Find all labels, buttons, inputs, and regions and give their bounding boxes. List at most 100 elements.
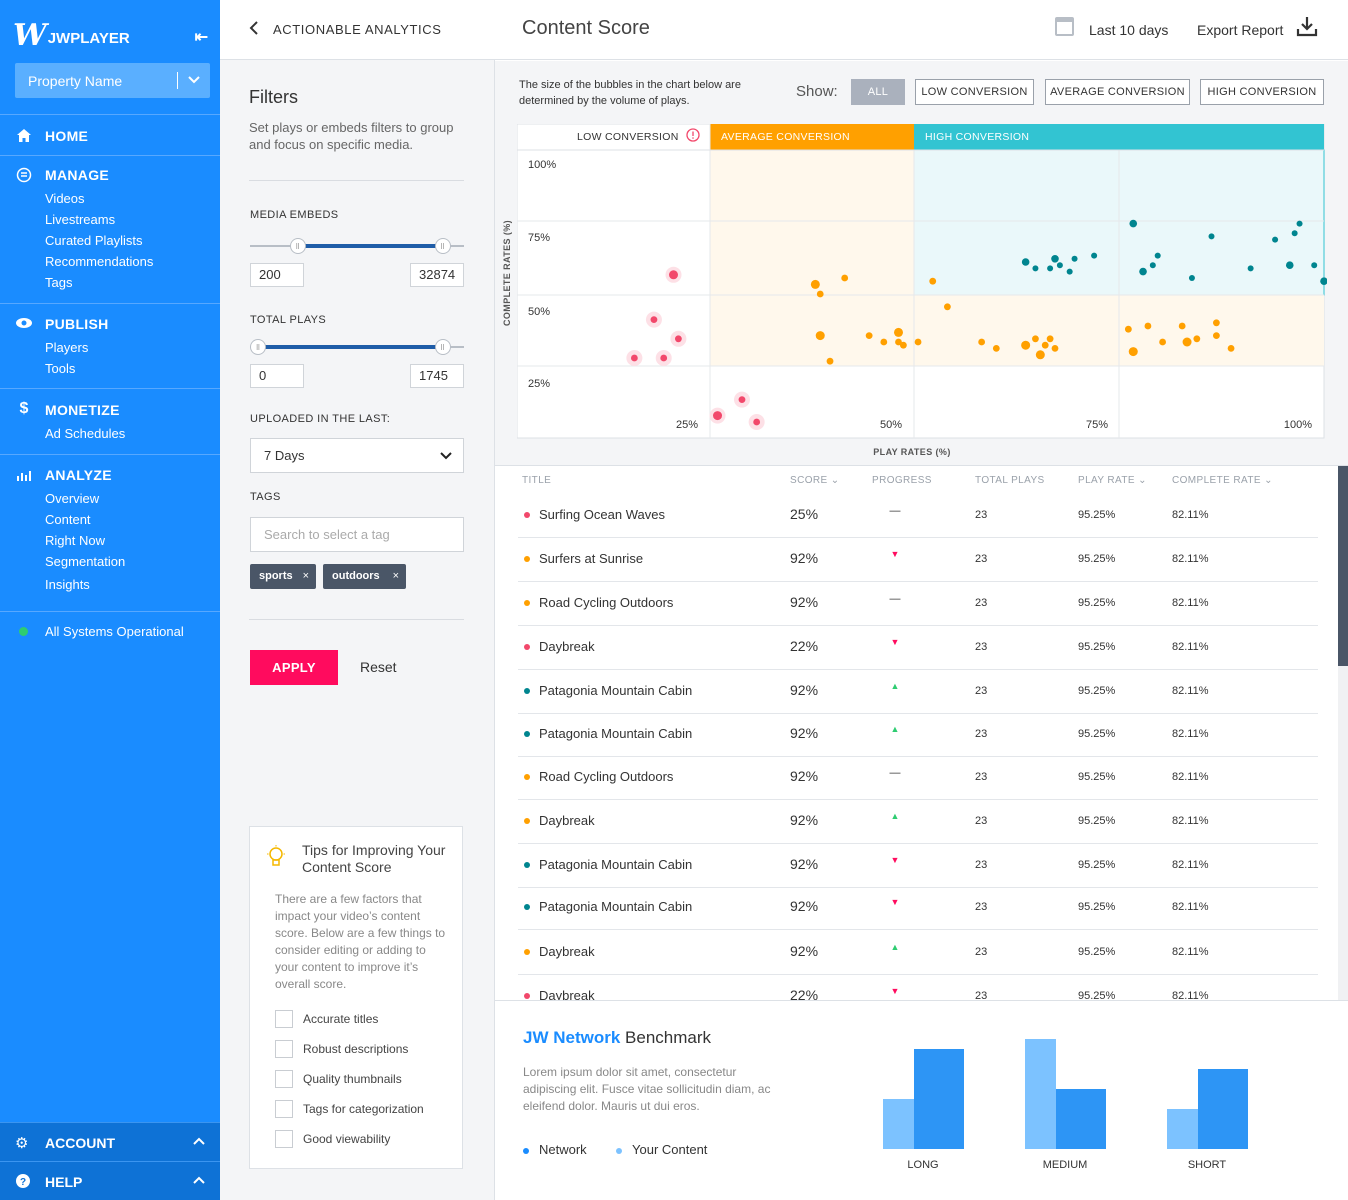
slider-min-handle[interactable]: ll	[250, 339, 266, 355]
table-row[interactable]: Road Cycling Outdoors 92% 23 95.25% 82.11% —	[518, 582, 1318, 626]
bubble-point[interactable]	[914, 338, 922, 346]
bubble-point[interactable]	[1056, 262, 1063, 269]
nav-item-overview[interactable]: Overview	[45, 491, 99, 506]
bubble-point[interactable]	[816, 290, 824, 298]
scrollbar-thumb[interactable]	[1338, 466, 1348, 666]
nav-item-videos[interactable]: Videos	[45, 191, 85, 206]
remove-tag-icon[interactable]: ×	[393, 564, 399, 589]
bubble-point[interactable]	[810, 279, 820, 289]
bubble-point[interactable]	[1247, 265, 1254, 272]
nav-monetize[interactable]: MONETIZE	[45, 402, 120, 418]
bubble-point[interactable]	[1021, 340, 1031, 350]
export-report-button[interactable]: Export Report	[1197, 22, 1283, 38]
bubble-point[interactable]	[675, 335, 682, 343]
bubble-point[interactable]	[738, 396, 746, 403]
table-row[interactable]: Patagonia Mountain Cabin 92% 23 95.25% 82.11…	[518, 670, 1318, 714]
bubble-point[interactable]	[650, 316, 658, 323]
bubble-point[interactable]	[1149, 262, 1156, 269]
checkbox-accurate-titles[interactable]	[275, 1010, 293, 1028]
property-selector[interactable]: Property Name	[15, 63, 210, 98]
bubble-point[interactable]	[978, 338, 986, 346]
total-plays-slider[interactable]: ll ll	[250, 339, 464, 355]
bubble-point[interactable]	[1035, 350, 1045, 360]
checkbox-quality-thumbnails[interactable]	[275, 1070, 293, 1088]
bubble-point[interactable]	[1159, 338, 1166, 346]
nav-item-insights[interactable]: Insights	[45, 577, 90, 592]
bubble-point[interactable]	[841, 274, 849, 282]
bubble-point[interactable]	[944, 303, 951, 311]
bubble-point[interactable]	[929, 277, 937, 285]
bubble-point[interactable]	[713, 411, 723, 421]
bubble-point[interactable]	[1154, 252, 1161, 259]
bubble-point[interactable]	[1213, 332, 1220, 339]
nav-item-curated-playlists[interactable]: Curated Playlists	[45, 233, 143, 248]
nav-analyze[interactable]: ANALYZE	[45, 467, 112, 483]
help-menu[interactable]: ? HELP	[0, 1161, 220, 1200]
table-row[interactable]: Daybreak 92% 23 95.25% 82.11% ▲	[518, 800, 1318, 844]
table-row[interactable]: Surfing Ocean Waves 25% 23 95.25% 82.11% —	[518, 494, 1318, 538]
bubble-point[interactable]	[1208, 233, 1215, 240]
nav-item-tags[interactable]: Tags	[45, 275, 72, 290]
bubble-point[interactable]	[1227, 345, 1235, 352]
bubble-point[interactable]	[630, 354, 638, 362]
tag-chip-sports[interactable]: sports ×	[250, 564, 316, 589]
bubble-point[interactable]	[1285, 261, 1294, 269]
bubble-point[interactable]	[880, 338, 888, 346]
bubble-point[interactable]	[826, 357, 834, 365]
checkbox-robust-descriptions[interactable]	[275, 1040, 293, 1058]
account-menu[interactable]: ⚙ ACCOUNT	[0, 1122, 220, 1161]
bubble-point[interactable]	[1272, 236, 1279, 243]
bubble-point[interactable]	[1128, 347, 1138, 357]
nav-publish[interactable]: PUBLISH	[45, 316, 109, 332]
back-arrow-icon[interactable]	[248, 19, 260, 37]
bubble-point[interactable]	[1182, 337, 1192, 347]
bubble-point[interactable]	[1032, 335, 1039, 343]
bubble-point[interactable]	[1144, 322, 1152, 330]
media-embeds-slider[interactable]: ll ll	[250, 238, 464, 254]
bubble-point[interactable]	[669, 270, 679, 280]
collapse-sidebar-icon[interactable]: ⇤	[195, 27, 208, 47]
nav-item-livestreams[interactable]: Livestreams	[45, 212, 115, 227]
reset-button[interactable]: Reset	[360, 659, 397, 675]
bubble-point[interactable]	[1046, 335, 1054, 343]
download-icon[interactable]	[1296, 14, 1318, 38]
bubble-point[interactable]	[1021, 258, 1030, 266]
slider-max-handle[interactable]: ll	[434, 339, 451, 355]
bubble-point[interactable]	[660, 354, 668, 362]
filter-all-button[interactable]: ALL	[851, 79, 905, 105]
bubble-point[interactable]	[1291, 230, 1298, 237]
total-plays-max-input[interactable]: 1745	[410, 364, 464, 388]
bubble-point[interactable]	[753, 418, 761, 426]
bubble-point[interactable]	[1091, 252, 1098, 259]
bubble-point[interactable]	[1188, 275, 1195, 281]
system-status[interactable]: All Systems Operational	[45, 624, 184, 639]
bubble-point[interactable]	[1213, 319, 1220, 327]
bubble-point[interactable]	[1066, 268, 1073, 275]
nav-item-segmentation[interactable]: Segmentation	[45, 554, 125, 569]
calendar-icon[interactable]	[1055, 17, 1074, 36]
col-header-total-plays[interactable]: TOTAL PLAYS	[975, 475, 1045, 486]
table-row[interactable]: Patagonia Mountain Cabin 92% 23 95.25% 82.11…	[518, 844, 1318, 888]
nav-item-ad-schedules[interactable]: Ad Schedules	[45, 426, 125, 441]
bubble-point[interactable]	[1129, 219, 1138, 228]
bubble-point[interactable]	[992, 345, 1000, 352]
nav-home[interactable]: HOME	[45, 128, 88, 144]
bubble-point[interactable]	[1296, 220, 1303, 227]
table-scrollbar[interactable]	[1338, 466, 1348, 1000]
jwplayer-logo[interactable]: W JWPLAYER	[13, 18, 130, 53]
bubble-point[interactable]	[1124, 325, 1132, 333]
table-row[interactable]: Surfers at Sunrise 92% 23 95.25% 82.11% ▼	[518, 538, 1318, 582]
nav-item-tools[interactable]: Tools	[45, 361, 75, 376]
bubble-point[interactable]	[893, 327, 903, 337]
media-embeds-max-input[interactable]: 32874	[410, 263, 464, 287]
col-header-play-rate[interactable]: PLAY RATE ⌄	[1078, 475, 1147, 486]
bubble-point[interactable]	[1071, 255, 1078, 262]
date-range[interactable]: Last 10 days	[1089, 22, 1168, 38]
slider-min-handle[interactable]: ll	[289, 238, 306, 254]
checkbox-tags-categorization[interactable]	[275, 1100, 293, 1118]
bubble-point[interactable]	[1139, 267, 1147, 276]
nav-item-recommendations[interactable]: Recommendations	[45, 254, 153, 269]
checkbox-good-viewability[interactable]	[275, 1130, 293, 1148]
table-row[interactable]: Patagonia Mountain Cabin 92% 23 95.25% 82.11…	[518, 713, 1318, 757]
table-row[interactable]: Daybreak 22% 23 95.25% 82.11% ▼	[518, 975, 1318, 1000]
